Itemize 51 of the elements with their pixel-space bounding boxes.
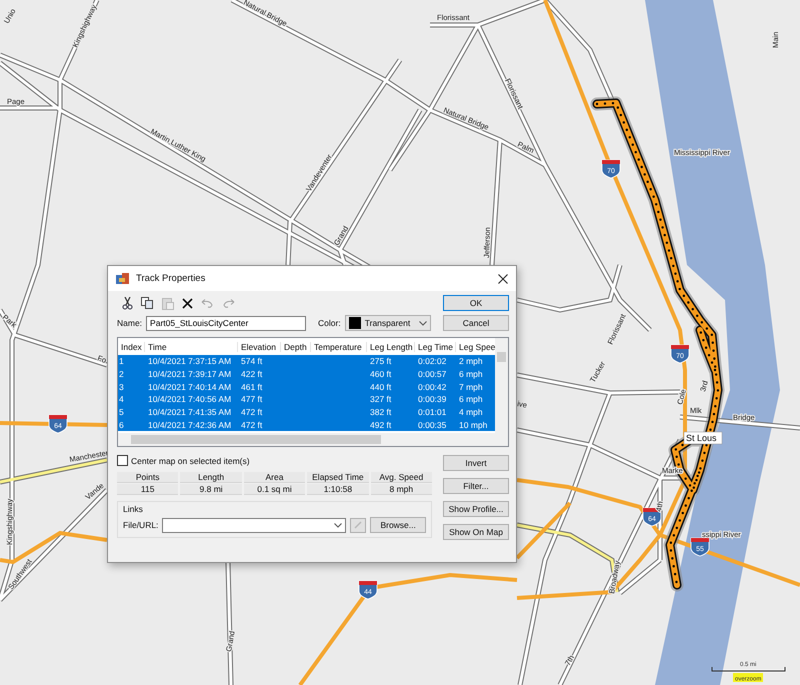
color-label: Color: [318,318,341,328]
column-header[interactable]: Elevation [238,342,281,352]
dialog-button[interactable]: Show On Map [443,524,509,540]
caret-icon [418,320,427,326]
dialog-button[interactable]: Filter... [443,478,509,494]
vertical-scrollbar[interactable] [495,338,508,433]
stat-value: 9.8 mi [180,484,242,495]
horizontal-scrollbar[interactable] [118,433,508,446]
file-url-label: File/URL: [123,520,158,530]
column-header[interactable]: Temperature [311,342,367,352]
stat-value: 8 mph [370,484,432,495]
dialog-button[interactable]: Show Profile... [443,501,509,517]
table-row[interactable]: 2 10/4/2021 7:39:17 AM 422 ft 460 ft 0:00:57 6 mph [118,368,495,380]
caret-icon [334,522,342,528]
column-header[interactable]: Index [118,342,145,352]
cancel-button[interactable]: Cancel [443,315,509,331]
app-icon [116,272,129,284]
name-field[interactable]: Part05_StLouisCityCenter [146,316,306,330]
checkbox[interactable] [117,455,128,466]
stat-value: 115 [117,484,178,495]
stat-header: Points [117,472,178,483]
color-dropdown[interactable]: Transparent [344,315,431,331]
table-row[interactable]: 1 10/4/2021 7:37:15 AM 574 ft 275 ft 0:02:02 2 mph [118,355,495,368]
checkbox-label: Center map on selected item(s) [131,456,250,466]
close-icon[interactable] [498,274,508,284]
table-row[interactable]: 4 10/4/2021 7:40:56 AM 477 ft 327 ft 0:00:39 6 mph [118,393,495,406]
name-label: Name: [117,318,142,328]
ok-button[interactable]: OK [443,295,509,311]
stat-header: Area [244,472,306,483]
stat-header: Avg. Speed [370,472,432,483]
scissors-icon[interactable] [122,296,133,310]
stat-value: 0.1 sq mi [244,484,306,495]
city-label: St Lous [684,432,722,444]
table-row[interactable]: 6 10/4/2021 7:42:36 AM 472 ft 492 ft 0:00:35 10 mph [118,418,495,432]
table-row[interactable]: 5 10/4/2021 7:41:35 AM 472 ft 382 ft 0:01:01 4 mph [118,406,495,418]
stat-header: Elapsed Time [307,472,369,483]
column-header[interactable]: Time [145,342,238,352]
column-header[interactable]: Leg Length [367,342,415,352]
column-header[interactable]: Leg Time [415,342,456,352]
table-row[interactable]: 3 10/4/2021 7:40:14 AM 461 ft 440 ft 0:00:42 7 mph [118,380,495,394]
window-title: Track Properties [136,273,206,284]
file-url-field[interactable] [162,518,346,532]
dialog-button[interactable]: Invert [443,455,509,471]
group-title: Links [123,504,144,514]
browse-button[interactable]: Browse... [370,517,426,533]
copy-icon[interactable] [141,297,154,309]
delete-icon[interactable] [182,298,193,308]
stat-header: Length [180,472,242,483]
column-header[interactable]: Depth [281,342,311,352]
slash-icon [354,521,362,529]
stat-value: 1:10:58 [307,484,369,495]
